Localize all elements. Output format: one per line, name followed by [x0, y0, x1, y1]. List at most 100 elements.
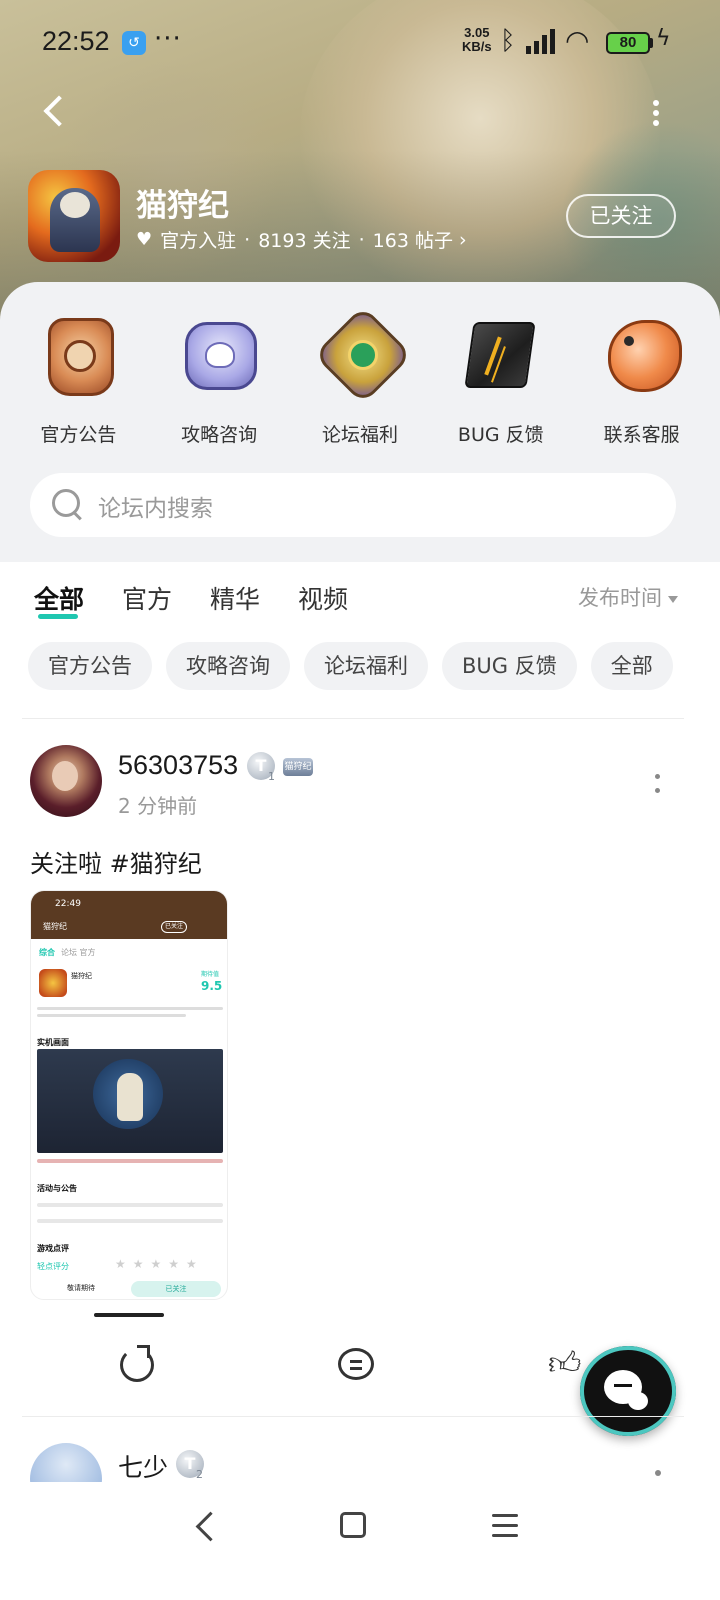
shortcut-welfare[interactable]: 论坛福利	[300, 312, 420, 452]
game-app-icon[interactable]	[28, 170, 120, 262]
tab-video[interactable]: 视频	[298, 580, 348, 630]
chat-bubble-small-icon	[628, 1392, 648, 1410]
post-username[interactable]: 七少	[118, 1448, 168, 1484]
posts-count: 163 帖子	[372, 230, 453, 252]
post-time: 2 分钟前	[118, 794, 198, 818]
battery-icon: 80	[606, 32, 650, 54]
comment-icon[interactable]	[338, 1348, 374, 1380]
chip-guide[interactable]: 攻略咨询	[166, 642, 290, 690]
shortcut-bug-report[interactable]: BUG 反馈	[441, 312, 561, 452]
search-placeholder: 论坛内搜索	[98, 496, 213, 522]
official-label: 官方入驻	[160, 230, 237, 252]
gem-badge-icon	[320, 312, 400, 392]
post-more-icon[interactable]	[655, 1470, 661, 1476]
tab-label: 视频	[298, 585, 349, 614]
status-bar: 22:52 ↺ ··· 3.05 KB/s ᛒ ◠ 80 ϟ	[0, 18, 720, 68]
shot-score: 9.5	[201, 979, 223, 993]
shot-game-icon	[39, 969, 67, 997]
shot-gameplay-frame	[37, 1049, 223, 1153]
tab-featured[interactable]: 精华	[210, 580, 260, 630]
shortcut-customer-service[interactable]: 联系客服	[582, 312, 702, 452]
followers-count: 8193 关注	[258, 230, 351, 252]
cell-signal-icon	[526, 28, 560, 54]
shot-row	[37, 1203, 223, 1207]
koi-fish-icon	[602, 312, 682, 392]
tab-label: 精华	[210, 585, 261, 614]
chip-welfare[interactable]: 论坛福利	[304, 642, 428, 690]
shot-section-real: 实机画面	[37, 1038, 69, 1047]
tab-all[interactable]: 全部	[34, 580, 84, 630]
shot-row	[37, 1219, 223, 1223]
shot-rate-label: 轻点评分	[37, 1262, 69, 1271]
post-username[interactable]: 56303753	[118, 750, 238, 781]
post-more-icon[interactable]	[652, 772, 664, 796]
shot-tabs: 综合 论坛 官方	[39, 947, 96, 958]
sort-label: 发布时间	[578, 586, 662, 610]
app-notification-icon: ↺	[122, 31, 146, 55]
forum-search-input[interactable]: 论坛内搜索	[30, 473, 676, 537]
level-number: 2	[196, 1468, 203, 1481]
meta-separator: ·	[244, 228, 251, 251]
system-home-icon[interactable]	[340, 1512, 366, 1538]
game-meta[interactable]: ♥ 官方入驻 · 8193 关注 · 163 帖子 ›	[136, 226, 467, 253]
category-chips: 官方公告 攻略咨询 论坛福利 BUG 反馈 全部	[28, 642, 687, 690]
back-arrow-icon[interactable]	[34, 92, 74, 132]
network-speed-unit: KB/s	[462, 39, 492, 54]
system-nav-bar	[0, 1482, 720, 1600]
shortcut-guide[interactable]: 攻略咨询	[159, 312, 279, 452]
charging-icon: ϟ	[656, 26, 671, 51]
shot-followed-label: 已关注	[131, 1281, 221, 1297]
network-speed-value: 3.05	[464, 25, 490, 40]
system-back-icon[interactable]	[190, 1512, 220, 1542]
shortcut-row: 官方公告 攻略咨询 论坛福利 BUG 反馈 联系客服	[0, 312, 720, 452]
game-title: 猫狩纪	[136, 188, 229, 224]
battery-tip	[650, 38, 653, 48]
shortcut-label: 论坛福利	[321, 424, 398, 446]
more-notifications-icon: ···	[154, 24, 182, 54]
divider	[22, 1416, 684, 1417]
system-menu-icon[interactable]	[492, 1514, 518, 1538]
shot-time: 22:49	[55, 899, 81, 909]
feed-tabs: 全部 官方 精华 视频	[34, 580, 386, 630]
follow-button[interactable]: 已关注	[566, 194, 676, 238]
floating-chat-button[interactable]	[580, 1346, 676, 1436]
official-heart-icon: ♥	[136, 229, 153, 250]
caret-down-icon	[668, 595, 678, 603]
post-text[interactable]: 关注啦 #猫狩纪	[30, 844, 202, 879]
shot-section-reviews: 游戏点评	[37, 1244, 69, 1253]
more-vertical-icon[interactable]	[645, 98, 665, 128]
meta-separator: ·	[358, 228, 365, 251]
game-icon-face	[60, 192, 90, 218]
shot-title: 猫狩纪	[43, 922, 67, 931]
chevron-right-icon: ›	[458, 228, 467, 251]
shot-bottom-bar: 敬请期待 已关注	[31, 1281, 227, 1299]
share-icon[interactable]	[120, 1345, 154, 1382]
title-badge-icon: 猫狩纪	[283, 758, 313, 776]
post-image[interactable]: 22:49 猫狩纪 已关注 综合 论坛 官方 猫狩纪 期待值 9.5 实机画面 活…	[30, 890, 228, 1300]
avatar[interactable]	[30, 745, 102, 817]
chip-official-notice[interactable]: 官方公告	[28, 642, 152, 690]
search-icon	[52, 489, 82, 519]
shot-wait-label: 敬请期待	[67, 1284, 95, 1292]
sort-dropdown[interactable]: 发布时间	[578, 582, 678, 612]
image-scroll-indicator	[94, 1313, 164, 1317]
shot-caption	[37, 1159, 223, 1163]
notice-badge-icon	[38, 312, 118, 396]
tab-label: 官方	[122, 585, 173, 614]
network-speed: 3.05 KB/s	[462, 26, 492, 54]
tab-official[interactable]: 官方	[122, 580, 172, 630]
shot-game-name: 猫狩纪	[71, 972, 92, 980]
shortcut-label: 攻略咨询	[181, 424, 258, 446]
level-number: 1	[268, 770, 275, 783]
shot-tab-active: 综合	[39, 948, 55, 957]
tab-label: 全部	[34, 585, 85, 614]
chip-all[interactable]: 全部	[590, 642, 673, 690]
divider	[22, 718, 684, 719]
chip-bug-report[interactable]: BUG 反馈	[442, 642, 577, 690]
like-icon[interactable]: 👍︎	[548, 1344, 581, 1383]
shot-stars: ★★★★★	[115, 1257, 204, 1271]
shortcut-official-notice[interactable]: 官方公告	[18, 312, 138, 452]
wifi-icon: ◠	[565, 24, 590, 57]
shortcut-label: 联系客服	[603, 424, 680, 446]
status-time: 22:52	[42, 26, 110, 56]
